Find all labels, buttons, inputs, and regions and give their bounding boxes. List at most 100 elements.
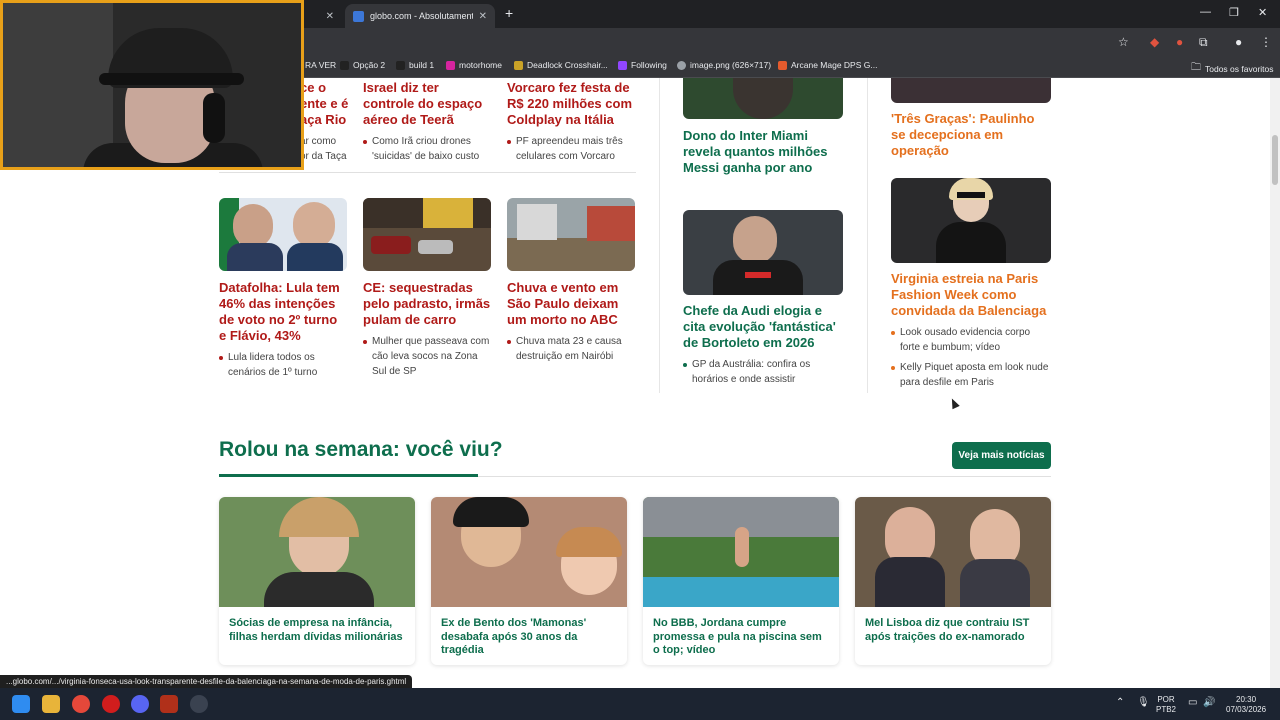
card-headline[interactable]: Ex de Bento dos 'Mamonas' desabafa após … <box>431 607 627 658</box>
article-chuva[interactable]: Chuva e vento em São Paulo deixam um mor… <box>507 198 635 364</box>
article-israel[interactable]: Israel diz ter controle do espaço aéreo … <box>363 80 491 164</box>
related-link[interactable]: Mulher que passeava com cão leva socos n… <box>363 334 491 379</box>
card-image[interactable] <box>431 497 627 607</box>
date: 07/03/2026 <box>1226 705 1267 714</box>
app-icon[interactable] <box>160 695 178 713</box>
windows-start-icon[interactable] <box>12 695 30 713</box>
weekly-card[interactable]: Ex de Bento dos 'Mamonas' desabafa após … <box>431 497 627 665</box>
article-image[interactable] <box>891 178 1051 263</box>
bookmark-item[interactable]: Opção 2 <box>340 60 385 70</box>
weekly-card[interactable]: Mel Lisboa diz que contraiu IST após tra… <box>855 497 1051 665</box>
related-link[interactable]: Kelly Piquet aposta em look nude para de… <box>891 360 1051 390</box>
sub-fragment: ar como <box>300 136 337 147</box>
folder-icon: 🗀 <box>1191 62 1201 73</box>
restore-icon[interactable]: ❐ <box>1229 6 1239 19</box>
headline-fragment: ente e é <box>300 96 349 111</box>
bookmark-icon <box>396 60 405 70</box>
article-image[interactable] <box>683 210 843 295</box>
clock[interactable]: 20:30 07/03/2026 <box>1226 695 1266 715</box>
headline[interactable]: Dono do Inter Miami revela quantos milhõ… <box>683 128 843 176</box>
article-image[interactable] <box>363 198 491 271</box>
card-headline[interactable]: Mel Lisboa diz que contraiu IST após tra… <box>855 607 1051 644</box>
headline[interactable]: Datafolha: Lula tem 46% das intenções de… <box>219 280 347 344</box>
headline[interactable]: Israel diz ter controle do espaço aéreo … <box>363 80 491 128</box>
card-image[interactable] <box>643 497 839 607</box>
globo-favicon-icon <box>353 10 364 22</box>
article-image[interactable] <box>507 198 635 271</box>
bookmark-item[interactable]: image.png (626×717) <box>677 60 771 70</box>
article-ce[interactable]: CE: sequestradas pelo padrasto, irmãs pu… <box>363 198 491 379</box>
article-audi[interactable]: Chefe da Audi elogia e cita evolução 'fa… <box>683 210 843 387</box>
instagram-icon <box>446 60 455 70</box>
card-headline[interactable]: No BBB, Jordana cumpre promessa e pula n… <box>643 607 839 658</box>
file-explorer-icon[interactable] <box>42 695 60 713</box>
article-partial[interactable]: ce o ente e é aça Rio ar como or da Taça <box>300 80 350 164</box>
related-link[interactable]: Como Irã criou drones 'suicidas' de baix… <box>363 134 491 164</box>
section-rule <box>478 476 1051 477</box>
status-url: ...globo.com/.../virginia-fonseca-usa-lo… <box>0 675 413 689</box>
extension-badge-icon[interactable]: ● <box>1176 35 1183 49</box>
article-messi[interactable]: Dono do Inter Miami revela quantos milhõ… <box>683 78 843 176</box>
language-indicator[interactable]: POR PTB2 <box>1156 695 1176 715</box>
headline[interactable]: CE: sequestradas pelo padrasto, irmãs pu… <box>363 280 491 328</box>
tray-chevron-icon[interactable]: ⌃ <box>1116 698 1124 708</box>
tab-inactive[interactable]: ✕ <box>300 4 342 28</box>
column-divider <box>867 78 868 393</box>
bookmark-item[interactable]: motorhome <box>446 60 502 70</box>
card-headline[interactable]: Sócias de empresa na infância, filhas he… <box>219 607 415 644</box>
article-datafolha[interactable]: Datafolha: Lula tem 46% das intenções de… <box>219 198 347 380</box>
time: 20:30 <box>1236 695 1257 704</box>
article-image[interactable] <box>891 78 1051 103</box>
all-favorites[interactable]: 🗀 Todos os favoritos <box>1191 60 1274 77</box>
bookmark-item[interactable]: Deadlock Crosshair... <box>514 60 608 70</box>
opera-icon[interactable] <box>102 695 120 713</box>
bookmark-item[interactable]: Arcane Mage DPS G... <box>778 60 877 70</box>
tab-globo[interactable]: globo.com - Absolutamente tu ✕ <box>345 4 495 28</box>
minimize-icon[interactable]: — <box>1200 6 1211 18</box>
profile-icon[interactable]: ● <box>1235 35 1242 49</box>
related-link[interactable]: PF apreendeu mais três celulares com Vor… <box>507 134 635 164</box>
bookmark-item[interactable]: Following <box>618 60 667 70</box>
puzzle-icon[interactable]: ⧉ <box>1199 35 1208 50</box>
obs-icon[interactable] <box>190 695 208 713</box>
headline[interactable]: Virginia estreia na Paris Fashion Week c… <box>891 271 1051 319</box>
article-image[interactable] <box>219 198 347 271</box>
related-link[interactable]: Lula lidera todos os cenários de 1º turn… <box>219 350 347 380</box>
extension-icon[interactable]: ◆ <box>1150 35 1159 49</box>
volume-icon[interactable]: 🔊 <box>1203 698 1215 708</box>
headline[interactable]: Chefe da Audi elogia e cita evolução 'fa… <box>683 303 843 351</box>
headline[interactable]: Chuva e vento em São Paulo deixam um mor… <box>507 280 635 328</box>
sub-fragment: or da Taça <box>300 151 347 162</box>
new-tab-button[interactable]: + <box>505 5 513 21</box>
article-vorcaro[interactable]: Vorcaro fez festa de R$ 220 milhões com … <box>507 80 635 164</box>
headline[interactable]: Vorcaro fez festa de R$ 220 milhões com … <box>507 80 635 128</box>
discord-icon[interactable] <box>131 695 149 713</box>
network-icon[interactable]: ▭ <box>1188 698 1197 708</box>
related-link[interactable]: Look ousado evidencia corpo forte e bumb… <box>891 325 1051 355</box>
related-link[interactable]: GP da Austrália: confira os horários e o… <box>683 357 843 387</box>
bookmark-item[interactable]: RA VER <box>305 60 336 70</box>
tab-title: globo.com - Absolutamente tu <box>370 11 473 21</box>
weekly-card[interactable]: No BBB, Jordana cumpre promessa e pula n… <box>643 497 839 665</box>
menu-icon[interactable]: ⋮ <box>1260 35 1272 49</box>
tab-close-icon[interactable]: ✕ <box>479 11 487 22</box>
close-window-icon[interactable]: ✕ <box>1258 6 1267 19</box>
card-image[interactable] <box>855 497 1051 607</box>
scrollbar-thumb[interactable] <box>1272 135 1278 185</box>
card-image[interactable] <box>219 497 415 607</box>
bookmark-icon <box>778 60 787 70</box>
article-tres-gracas[interactable]: 'Três Graças': Paulinho se decepciona em… <box>891 78 1051 159</box>
article-virginia[interactable]: Virginia estreia na Paris Fashion Week c… <box>891 178 1051 390</box>
star-icon[interactable]: ☆ <box>1118 35 1129 49</box>
article-image[interactable] <box>683 78 843 119</box>
weekly-card[interactable]: Sócias de empresa na infância, filhas he… <box>219 497 415 665</box>
bookmark-item[interactable]: build 1 <box>396 60 434 70</box>
headline[interactable]: 'Três Graças': Paulinho se decepciona em… <box>891 111 1051 159</box>
see-more-button[interactable]: Veja mais notícias <box>952 442 1051 469</box>
microphone-icon[interactable]: 🎙 <box>1137 698 1150 708</box>
language: POR <box>1157 695 1175 704</box>
related-link[interactable]: Chuva mata 23 e causa destruição em Nair… <box>507 334 635 364</box>
tab-close-icon[interactable]: ✕ <box>326 11 334 22</box>
column-divider <box>659 78 660 393</box>
chrome-icon[interactable] <box>72 695 90 713</box>
